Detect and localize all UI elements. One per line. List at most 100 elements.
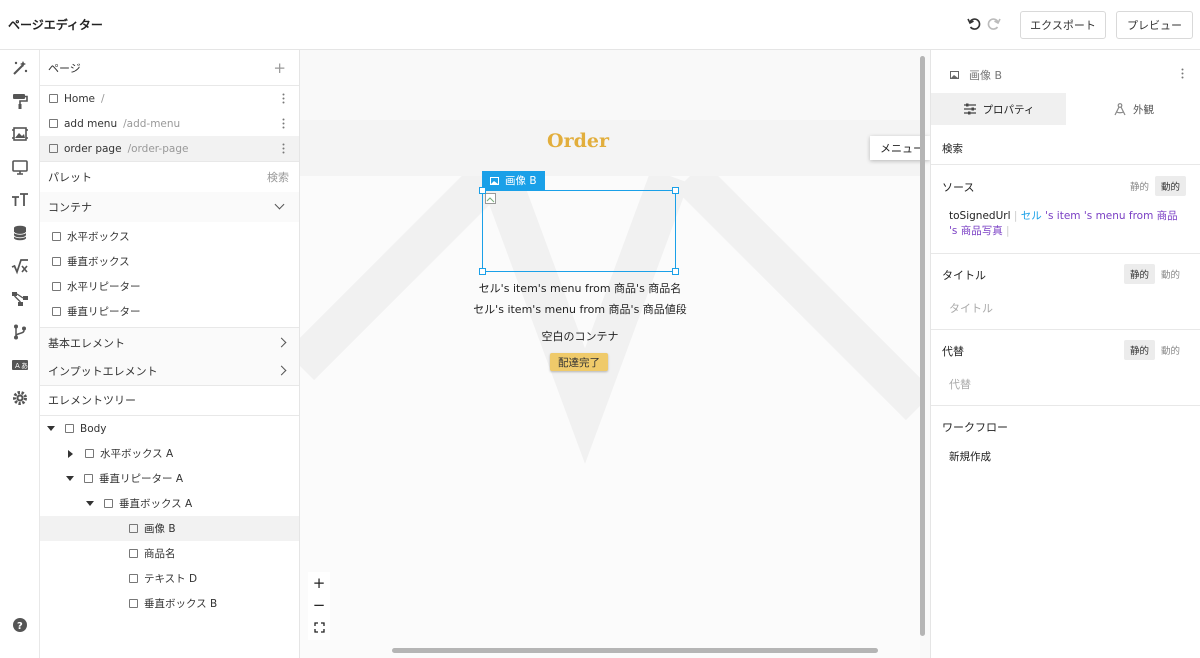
drafting-compass-icon: [1114, 102, 1126, 115]
svg-text:あ: あ: [21, 362, 28, 370]
new-workflow-link[interactable]: 新規作成: [949, 449, 991, 464]
redo-icon[interactable]: [986, 16, 1002, 32]
tree-node-image-b[interactable]: 画像 B: [40, 516, 299, 541]
horizontal-scrollbar[interactable]: [392, 648, 878, 653]
palette-search[interactable]: 検索: [267, 169, 289, 185]
git-branch-icon[interactable]: [11, 323, 29, 341]
page-item-order-page[interactable]: order page /order-page: [40, 136, 299, 161]
top-header: ページエディター エクスポート プレビュー: [0, 0, 1200, 50]
selected-image-box[interactable]: [482, 190, 676, 272]
empty-container[interactable]: 空白のコンテナ: [300, 328, 860, 344]
vertical-scrollbar[interactable]: [920, 56, 925, 636]
panel-tabs: プロパティ 外観: [931, 93, 1200, 125]
source-static-option[interactable]: 静的: [1124, 176, 1155, 196]
kebab-menu-icon[interactable]: [282, 118, 285, 129]
magic-wand-icon[interactable]: [11, 59, 29, 77]
source-mode-toggle[interactable]: 静的 動的: [1124, 176, 1186, 196]
container-heading[interactable]: コンテナ: [40, 192, 299, 222]
page-item-add-menu[interactable]: add menu /add-menu: [40, 111, 299, 136]
alt-mode-toggle[interactable]: 静的 動的: [1123, 340, 1186, 360]
product-price-text[interactable]: セル's item's menu from 商品's 商品値段: [300, 301, 860, 317]
page-icon: [49, 94, 58, 103]
image-frame-icon[interactable]: [11, 125, 29, 143]
element-name-header: 画像 B: [950, 67, 1002, 83]
pages-heading: ページ +: [48, 59, 286, 77]
hbox-icon: [85, 449, 94, 458]
palette-item-hrepeater[interactable]: 水平リピーター: [40, 274, 299, 299]
tab-appearance[interactable]: 外観: [1066, 93, 1200, 125]
text-size-icon[interactable]: [11, 191, 29, 209]
title-dynamic-option[interactable]: 動的: [1155, 264, 1186, 284]
workflow-label: ワークフロー: [942, 421, 1008, 434]
editor-canvas[interactable]: Order 画像 B セル's item's menu from 商品's 商品…: [300, 50, 930, 658]
translate-icon[interactable]: Aあ: [11, 356, 29, 374]
tree-node-vbox-b[interactable]: 垂直ボックス B: [40, 591, 299, 616]
chevron-down-icon: [274, 199, 285, 210]
delivery-complete-button[interactable]: 配達完了: [550, 353, 608, 371]
tree-node-vbox-a[interactable]: 垂直ボックス A: [40, 491, 299, 516]
input-elements-heading[interactable]: インプットエレメント: [40, 356, 299, 386]
selected-element-label[interactable]: 画像 B: [482, 171, 545, 190]
tree-node-vrepeater-a[interactable]: 垂直リピーター A: [40, 466, 299, 491]
help-icon[interactable]: ?: [11, 616, 29, 634]
tree-node-text-d[interactable]: テキスト D: [40, 566, 299, 591]
page-icon: [49, 144, 58, 153]
basic-elements-heading[interactable]: 基本エレメント: [40, 328, 299, 358]
properties-search[interactable]: 検索: [942, 141, 963, 156]
kebab-menu-icon[interactable]: [282, 93, 285, 104]
alt-static-option[interactable]: 静的: [1123, 340, 1155, 360]
palette-item-vrepeater[interactable]: 垂直リピーター: [40, 299, 299, 324]
palette-item-hbox[interactable]: 水平ボックス: [40, 224, 299, 249]
workflow-icon[interactable]: [11, 290, 29, 308]
export-button[interactable]: エクスポート: [1020, 11, 1106, 39]
kebab-menu-icon[interactable]: [282, 143, 285, 154]
product-name-text[interactable]: セル's item's menu from 商品's 商品名: [300, 280, 860, 296]
svg-text:A: A: [15, 362, 20, 370]
fit-screen-icon: [313, 621, 325, 633]
text-icon: [129, 549, 138, 558]
palette-item-vbox[interactable]: 垂直ボックス: [40, 249, 299, 274]
caret-down-icon[interactable]: [86, 501, 94, 506]
undo-icon[interactable]: [966, 16, 982, 32]
caret-down-icon[interactable]: [47, 426, 55, 431]
title-mode-toggle[interactable]: 静的 動的: [1123, 264, 1186, 284]
preview-button[interactable]: プレビュー: [1116, 11, 1193, 39]
kebab-menu-icon[interactable]: [1181, 68, 1184, 79]
page-item-home[interactable]: Home /: [40, 86, 299, 111]
palette-heading: パレット 検索: [48, 169, 289, 185]
formula-icon[interactable]: [11, 257, 29, 275]
icon-rail: Aあ ?: [0, 50, 40, 658]
tree-node-product-name[interactable]: 商品名: [40, 541, 299, 566]
tree-node-hbox-a[interactable]: 水平ボックス A: [40, 441, 299, 466]
order-title[interactable]: Order: [300, 130, 856, 152]
title-input[interactable]: タイトル: [949, 300, 993, 316]
title-static-option[interactable]: 静的: [1123, 264, 1155, 284]
source-dynamic-option[interactable]: 動的: [1154, 176, 1186, 196]
resize-handle[interactable]: [672, 187, 679, 194]
chevron-right-icon: [276, 365, 287, 376]
zoom-in-button[interactable]: +: [308, 572, 330, 594]
resize-handle[interactable]: [479, 268, 486, 275]
settings-gear-icon[interactable]: [11, 389, 29, 407]
database-icon[interactable]: [11, 224, 29, 242]
alt-dynamic-option[interactable]: 動的: [1155, 340, 1186, 360]
alt-input[interactable]: 代替: [949, 376, 971, 392]
source-expression[interactable]: toSignedUrl | セル 's item 's menu from 商品…: [949, 209, 1179, 239]
fit-screen-button[interactable]: [308, 616, 330, 638]
tree-node-body[interactable]: Body: [40, 416, 299, 441]
vrepeater-icon: [84, 474, 93, 483]
monitor-icon[interactable]: [11, 158, 29, 176]
zoom-out-button[interactable]: −: [308, 594, 330, 616]
hbox-icon: [52, 232, 61, 241]
resize-handle[interactable]: [672, 268, 679, 275]
alt-label: 代替: [942, 345, 964, 358]
resize-handle[interactable]: [479, 187, 486, 194]
vbox-icon: [52, 257, 61, 266]
paint-roller-icon[interactable]: [11, 92, 29, 110]
caret-down-icon[interactable]: [66, 476, 74, 481]
vbox-icon: [129, 599, 138, 608]
tab-properties[interactable]: プロパティ: [931, 93, 1066, 125]
caret-right-icon[interactable]: [68, 449, 73, 458]
add-page-icon[interactable]: +: [273, 59, 286, 77]
svg-text:?: ?: [17, 621, 23, 632]
